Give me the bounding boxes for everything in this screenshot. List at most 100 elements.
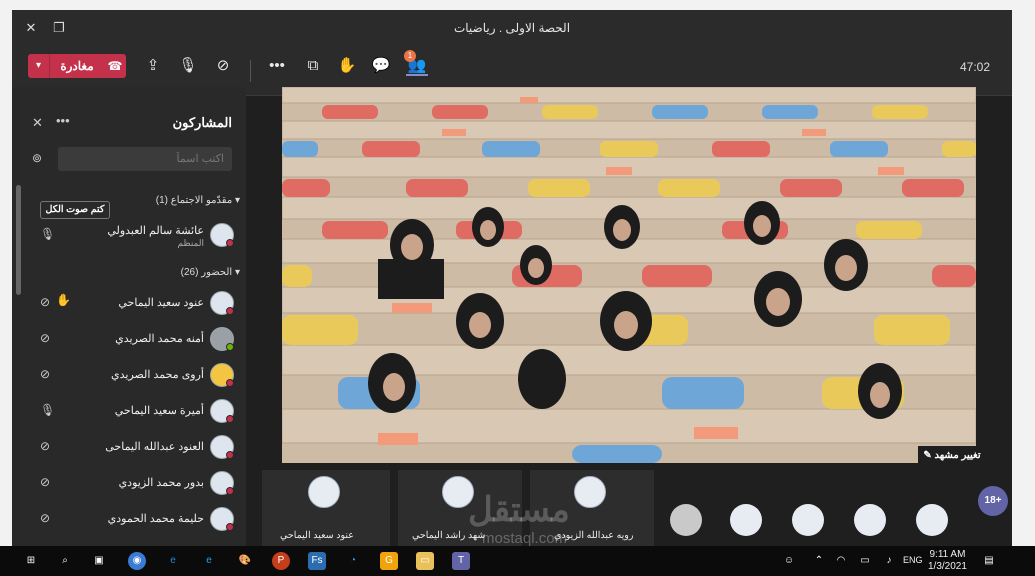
avatar[interactable] <box>854 504 886 536</box>
participant-row[interactable]: ⊘ أمنه محمد الصريدي <box>12 321 246 357</box>
avatar <box>210 363 234 387</box>
notifications-icon[interactable]: ▤ <box>980 552 998 570</box>
participant-role: المنظم <box>177 238 204 248</box>
status-dot <box>226 307 234 315</box>
edge-new-icon[interactable]: ◔ <box>344 552 362 570</box>
close-panel-icon[interactable]: ✕ <box>32 115 43 131</box>
participant-row[interactable]: ⊘ العنود عبدالله اليماحى <box>12 429 246 465</box>
participant-row[interactable]: ⊘ حليمة محمد الحمودي <box>12 501 246 537</box>
notification-badge: 1 <box>404 50 416 62</box>
participant-name: أمنه محمد الصريدي <box>115 333 204 345</box>
office-icon[interactable]: G <box>380 552 398 570</box>
watermark-url: mostaql.com <box>482 530 568 547</box>
task-view-icon[interactable]: ▣ <box>90 552 108 570</box>
participant-name: أروى محمد الصريدي <box>111 369 204 381</box>
teams-icon[interactable]: T <box>452 552 470 570</box>
meeting-timer: 47:02 <box>959 60 990 74</box>
microphone-icon[interactable]: 🎙 <box>177 56 199 76</box>
auditorium-scene <box>282 87 976 463</box>
video-tile[interactable]: عنود سعيد اليماحي <box>262 470 390 546</box>
paint-icon[interactable]: 🎨 <box>236 552 254 570</box>
change-scene-button[interactable]: ✎ تغيير مشهد <box>918 446 986 466</box>
chevron-up-icon[interactable]: ⌃ <box>810 552 828 570</box>
share-invite-icon[interactable]: ⊚ <box>32 151 42 165</box>
avatar <box>210 327 234 351</box>
file-explorer-icon[interactable]: ▭ <box>416 552 434 570</box>
volume-icon[interactable]: ♪ <box>880 552 898 570</box>
ie-icon[interactable]: e <box>164 552 182 570</box>
avatar[interactable] <box>916 504 948 536</box>
participant-name: عائشة سالم العبدولي <box>107 225 204 237</box>
battery-icon[interactable]: ▭ <box>856 552 874 570</box>
status-dot <box>226 487 234 495</box>
status-dot <box>226 379 234 387</box>
share-tray-icon[interactable]: ⇪ <box>142 56 164 76</box>
microphone-icon: 🎙 <box>40 227 56 241</box>
avatar <box>210 399 234 423</box>
participant-row[interactable]: ⊘ ✋ عنود سعيد اليماحي <box>12 285 246 321</box>
window-title: الحصة الاولى . رياضيات <box>453 21 571 35</box>
language-indicator[interactable]: ENG <box>903 555 923 565</box>
avatar[interactable] <box>670 504 702 536</box>
presenters-header[interactable]: مقدّمو الاجتماع (1) ▾ <box>156 195 240 206</box>
clock-time: 9:11 AM <box>929 549 966 560</box>
title-bar: ✕ ❐ الحصة الاولى . رياضيات <box>12 10 1012 46</box>
hang-up-icon: ☎ <box>107 59 123 73</box>
change-scene-label: تغيير مشهد <box>934 450 981 461</box>
avatar <box>210 507 234 531</box>
avatar <box>210 291 234 315</box>
chrome-icon[interactable]: ◉ <box>128 552 146 570</box>
avatar <box>210 435 234 459</box>
avatar[interactable] <box>730 504 762 536</box>
tile-name: عنود سعيد اليماحي <box>280 530 354 541</box>
raise-hand-icon[interactable]: ✋ <box>336 56 358 76</box>
rooms-icon[interactable]: ⧉ <box>302 56 324 76</box>
toolbar-divider <box>250 60 251 82</box>
participants-panel: ✕ ••• المشاركون ⊚ مقدّمو الاجتماع (1) ▾ … <box>12 87 246 546</box>
participant-row[interactable]: 🎙 عائشة سالم العبدولي المنظم <box>12 217 246 253</box>
mic-muted-icon: ⊘ <box>40 367 51 381</box>
edge-icon[interactable]: e <box>200 552 218 570</box>
leave-button[interactable]: ▾ مغادرة ☎ <box>28 54 126 78</box>
system-clock[interactable]: 9:11 AM 1/3/2021 <box>928 549 967 573</box>
mic-muted-icon: ⊘ <box>40 331 51 345</box>
participant-name: أميرة سعيد اليماحي <box>114 405 204 417</box>
avatar <box>210 471 234 495</box>
mic-muted-icon: ⊘ <box>40 295 51 309</box>
powerpoint-icon[interactable]: P <box>272 552 290 570</box>
microphone-icon: 🎙 <box>40 403 56 417</box>
participant-name: العنود عبدالله اليماحى <box>105 441 204 453</box>
status-dot <box>226 451 234 459</box>
participant-search[interactable] <box>58 147 232 171</box>
search-input[interactable] <box>58 147 232 171</box>
clock-date: 1/3/2021 <box>928 561 967 572</box>
chevron-down-icon[interactable]: ▾ <box>28 54 50 78</box>
wifi-icon[interactable]: ◠ <box>832 552 850 570</box>
participant-name: عنود سعيد اليماحي <box>118 297 204 309</box>
more-actions-icon[interactable]: ••• <box>266 56 288 76</box>
watermark-logo: مستقل <box>468 491 570 529</box>
chat-icon[interactable]: 💬 <box>370 56 392 76</box>
mic-muted-icon: ⊘ <box>40 439 51 453</box>
participant-name: حليمة محمد الحمودي <box>107 513 204 525</box>
participant-row[interactable]: 🎙 أميرة سعيد اليماحي <box>12 393 246 429</box>
participant-row[interactable]: ⊘ أروى محمد الصريدي <box>12 357 246 393</box>
windows-start-icon[interactable]: ⊞ <box>22 552 40 570</box>
forms-icon[interactable]: Fs <box>308 552 326 570</box>
people-icon[interactable]: ☺ <box>780 552 798 570</box>
status-dot <box>226 415 234 423</box>
panel-more-icon[interactable]: ••• <box>56 113 70 128</box>
participant-strip: عنود سعيد اليماحي شهد راشد اليماحي رويه … <box>246 470 1012 546</box>
windows-taskbar: ⊞ ⌕ ▣ ◉ e e 🎨 P Fs ◔ G ▭ T ☺ ⌃ ◠ ▭ ♪ ENG… <box>0 546 1035 576</box>
avatar[interactable] <box>792 504 824 536</box>
together-mode-video[interactable] <box>282 87 976 463</box>
participant-row[interactable]: ⊘ بدور محمد الزيودي <box>12 465 246 501</box>
attendees-header[interactable]: الحضور (26) ▾ <box>181 267 240 278</box>
leave-label: مغادرة <box>60 59 94 73</box>
search-icon[interactable]: ⌕ <box>56 552 74 570</box>
presenters-header-label: مقدّمو الاجتماع (1) <box>155 195 233 206</box>
more-participants-button[interactable]: 18+ <box>978 486 1008 516</box>
panel-title: المشاركون <box>172 115 232 130</box>
avatar <box>210 223 234 247</box>
camera-off-icon[interactable]: ⊘ <box>212 56 234 76</box>
